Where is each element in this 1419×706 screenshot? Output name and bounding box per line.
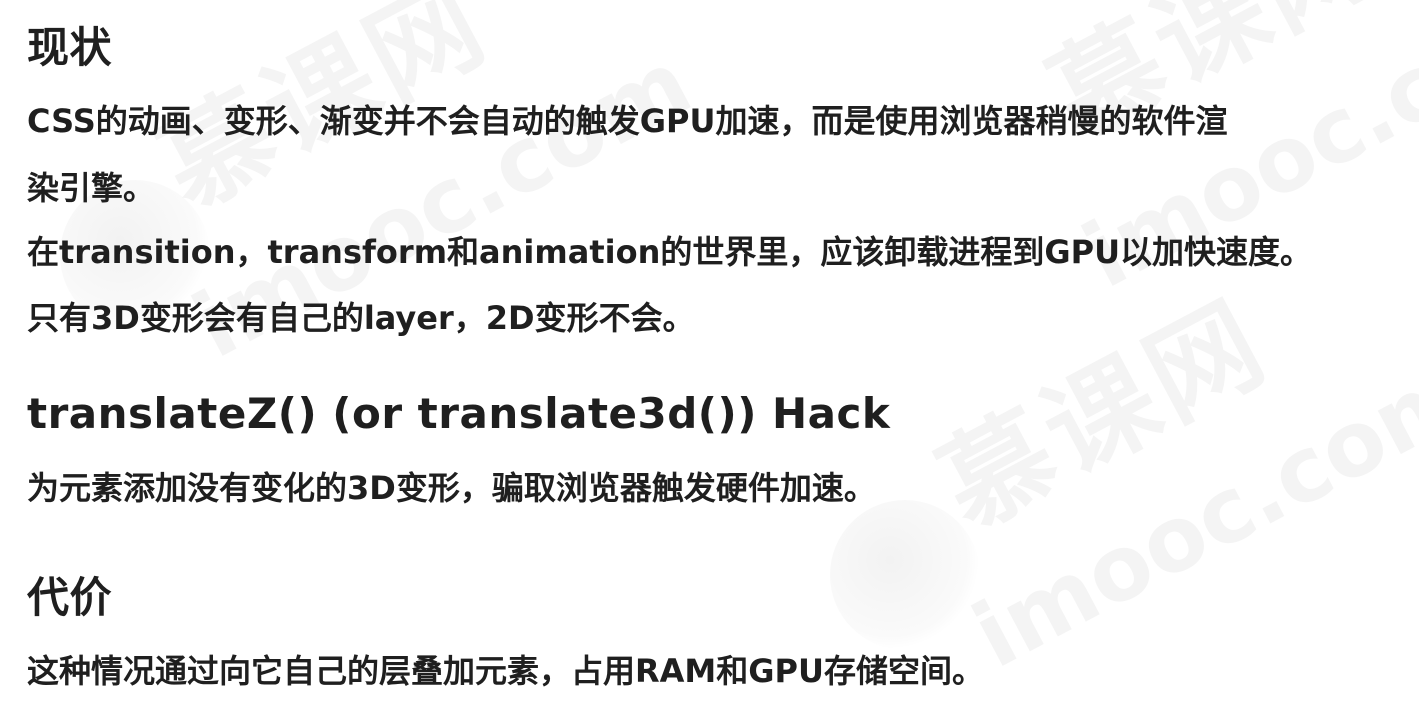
watermark-text-cn-2: 慕课网	[920, 277, 1287, 553]
watermark-text-en-2: imooc.com	[957, 340, 1419, 688]
section-heading-hack: translateZ() (or translate3d()) Hack	[27, 389, 891, 438]
hack-paragraph-line-1: 为元素添加没有变化的3D变形，骗取浏览器触发硬件加速。	[27, 469, 876, 507]
status-paragraph-line-1: CSS的动画、变形、渐变并不会自动的触发GPU加速，而是使用浏览器稍慢的软件渲	[27, 102, 1228, 140]
status-paragraph-line-2: 染引擎。	[27, 169, 156, 207]
status-paragraph-line-4: 只有3D变形会有自己的layer，2D变形不会。	[27, 299, 695, 337]
section-heading-status: 现状	[27, 23, 113, 72]
section-heading-cost: 代价	[27, 573, 113, 622]
cost-paragraph-line-1: 这种情况通过向它自己的层叠加元素，占用RAM和GPU存储空间。	[27, 652, 984, 690]
watermark-logo-mark-2	[830, 500, 980, 650]
status-paragraph-line-3: 在transition，transform和animation的世界里，应该卸载…	[27, 233, 1313, 271]
